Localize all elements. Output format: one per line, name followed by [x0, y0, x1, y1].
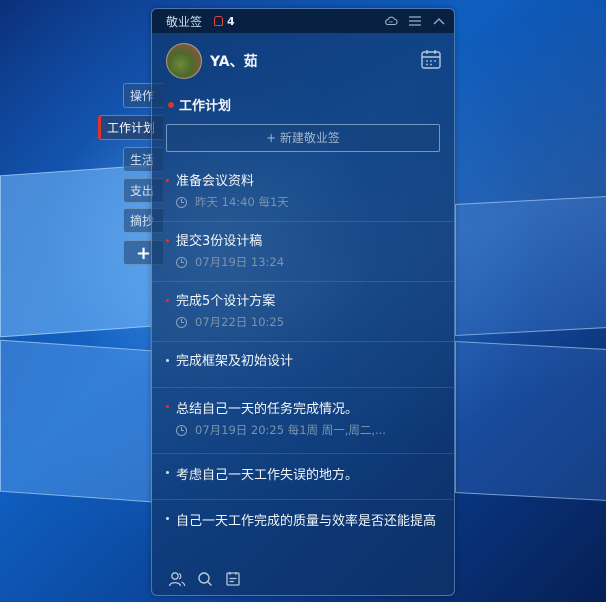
clock-icon	[176, 424, 187, 436]
note-meta: 昨天 14:40 每1天	[176, 194, 440, 210]
list-item[interactable]: 准备会议资料 昨天 14:40 每1天	[152, 162, 454, 222]
bullet-icon	[166, 179, 169, 182]
note-meta: 07月22日 10:25	[176, 314, 440, 330]
category-dot-icon	[168, 101, 174, 108]
list-item[interactable]: 考虑自己一天工作失误的地方。	[152, 454, 454, 500]
bullet-icon	[166, 299, 169, 302]
window-pane	[0, 339, 152, 503]
clock-icon	[176, 256, 187, 268]
note-title: 完成5个设计方案	[176, 294, 276, 309]
notes-icon[interactable]	[224, 570, 242, 588]
title-bar[interactable]: 敬业签 4	[152, 9, 454, 33]
username: YA、茹	[210, 54, 258, 70]
bullet-icon	[166, 359, 169, 362]
list-item[interactable]: 完成5个设计方案 07月22日 10:25	[152, 282, 454, 342]
note-title: 总结自己一天的任务完成情况。	[176, 402, 359, 417]
note-reminder: 昨天 14:40 每1天	[195, 195, 289, 209]
menu-icon[interactable]	[408, 14, 422, 28]
list-item[interactable]: 完成框架及初始设计	[152, 342, 454, 388]
note-reminder: 07月19日 20:25 每1周 周一,周二,...	[195, 423, 386, 437]
note-title: 完成框架及初始设计	[176, 354, 294, 369]
note-title: 准备会议资料	[176, 174, 255, 189]
search-icon[interactable]	[196, 570, 214, 588]
notification-count: 4	[227, 14, 235, 28]
note-meta: 07月19日 13:24	[176, 254, 440, 270]
clock-icon	[176, 316, 187, 328]
clock-icon	[176, 196, 187, 208]
section-title: 工作计划	[179, 99, 232, 114]
note-title: 自己一天工作完成的质量与效率是否还能提高	[176, 514, 437, 529]
bullet-icon	[166, 405, 169, 408]
calendar-icon[interactable]	[420, 48, 442, 74]
panel-footer	[152, 563, 454, 595]
contacts-icon[interactable]	[168, 570, 186, 588]
note-title: 考虑自己一天工作失误的地方。	[176, 468, 359, 483]
avatar[interactable]	[166, 43, 202, 79]
chevron-up-icon[interactable]	[432, 14, 446, 28]
note-reminder: 07月22日 10:25	[195, 315, 285, 329]
profile-header: YA、茹	[152, 33, 454, 87]
note-reminder: 07月19日 13:24	[195, 255, 285, 269]
notification-indicator[interactable]: 4	[214, 15, 235, 28]
cloud-icon[interactable]	[384, 14, 398, 28]
bullet-icon	[166, 239, 169, 242]
new-note-button[interactable]: + 新建敬业签	[166, 124, 440, 152]
note-title: 提交3份设计稿	[176, 234, 263, 249]
bullet-icon	[166, 471, 169, 474]
notes-list: 准备会议资料 昨天 14:40 每1天 提交3份设计稿 07月19日 13:24…	[152, 162, 454, 532]
note-meta: 07月19日 20:25 每1周 周一,周二,...	[176, 422, 440, 438]
app-title: 敬业签	[166, 14, 203, 29]
notes-panel: 敬业签 4 YA、茹 工作计划 + 新建敬业签 准备会议资料 昨天 14:40 …	[151, 8, 455, 596]
list-item[interactable]: 总结自己一天的任务完成情况。 07月19日 20:25 每1周 周一,周二,..…	[152, 388, 454, 454]
section-header: 工作计划	[152, 87, 454, 120]
bullet-icon	[166, 517, 169, 520]
list-item[interactable]: 提交3份设计稿 07月19日 13:24	[152, 222, 454, 282]
bell-icon	[214, 16, 224, 26]
list-item[interactable]: 自己一天工作完成的质量与效率是否还能提高	[152, 500, 454, 532]
